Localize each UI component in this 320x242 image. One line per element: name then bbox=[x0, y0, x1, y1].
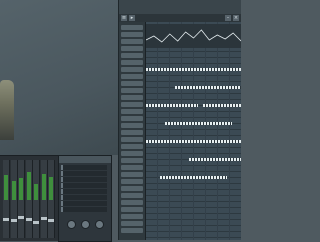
track-label[interactable] bbox=[121, 165, 143, 170]
plugin-knob[interactable] bbox=[81, 220, 90, 229]
plugin-slot[interactable] bbox=[61, 189, 107, 194]
track-label[interactable] bbox=[121, 109, 143, 114]
plugin-header[interactable] bbox=[59, 156, 111, 163]
plugin-knob[interactable] bbox=[67, 220, 76, 229]
snap-icon[interactable]: ▸ bbox=[129, 15, 135, 21]
level-meter bbox=[11, 180, 16, 200]
pattern-clips-area[interactable] bbox=[146, 50, 241, 240]
level-meter bbox=[49, 176, 53, 200]
track-label[interactable] bbox=[121, 95, 143, 100]
track-label[interactable] bbox=[121, 193, 143, 198]
channel-fader[interactable] bbox=[18, 216, 24, 219]
track-label[interactable] bbox=[121, 130, 143, 135]
track-label[interactable] bbox=[121, 123, 143, 128]
pattern-clip[interactable] bbox=[146, 104, 199, 107]
channel-fader[interactable] bbox=[48, 219, 54, 222]
mixer-channel[interactable] bbox=[40, 160, 48, 238]
pattern-clip[interactable] bbox=[146, 140, 241, 143]
track-label[interactable] bbox=[121, 88, 143, 93]
pattern-clip[interactable] bbox=[160, 176, 227, 179]
channel-fader[interactable] bbox=[3, 217, 9, 221]
pattern-clip[interactable] bbox=[188, 158, 241, 161]
plugin-slot[interactable] bbox=[61, 195, 107, 200]
plugin-slot[interactable] bbox=[61, 177, 107, 182]
plugin-knob[interactable] bbox=[95, 220, 104, 229]
track-label[interactable] bbox=[121, 137, 143, 142]
pattern-clip[interactable] bbox=[203, 104, 241, 107]
plugin-slot[interactable] bbox=[61, 201, 107, 206]
track-label[interactable] bbox=[121, 25, 143, 30]
mixer-panel bbox=[0, 155, 58, 241]
track-label[interactable] bbox=[121, 81, 143, 86]
level-meter bbox=[34, 184, 38, 200]
minimize-icon[interactable]: – bbox=[225, 15, 231, 21]
channel-fader[interactable] bbox=[40, 216, 47, 220]
track-label[interactable] bbox=[121, 228, 143, 233]
automation-clip[interactable] bbox=[146, 24, 241, 48]
plugin-panel bbox=[58, 155, 112, 242]
track-label[interactable] bbox=[121, 172, 143, 177]
level-meter bbox=[41, 173, 46, 200]
channel-fader[interactable] bbox=[10, 219, 17, 222]
mixer-channel[interactable] bbox=[3, 160, 10, 238]
mixer-channel[interactable] bbox=[25, 160, 33, 238]
mixer-channel[interactable] bbox=[33, 160, 40, 238]
mixer-channel[interactable] bbox=[18, 160, 25, 238]
track-label[interactable] bbox=[121, 144, 143, 149]
track-label[interactable] bbox=[121, 32, 143, 37]
pattern-clip[interactable] bbox=[165, 122, 232, 125]
automation-curve bbox=[146, 29, 241, 43]
track-label[interactable] bbox=[121, 151, 143, 156]
track-label[interactable] bbox=[121, 214, 143, 219]
track-label[interactable] bbox=[121, 74, 143, 79]
track-label[interactable] bbox=[121, 221, 143, 226]
channel-fader[interactable] bbox=[25, 218, 32, 222]
track-label[interactable] bbox=[121, 207, 143, 212]
plugin-slot-list bbox=[61, 165, 107, 213]
track-header-column bbox=[119, 22, 146, 240]
track-label[interactable] bbox=[121, 39, 143, 44]
performer-figure bbox=[0, 80, 14, 140]
video-overlay bbox=[0, 0, 118, 155]
pattern-clip[interactable] bbox=[174, 86, 241, 89]
track-label[interactable] bbox=[121, 116, 143, 121]
channel-fader[interactable] bbox=[33, 220, 39, 224]
track-label[interactable] bbox=[121, 46, 143, 51]
plugin-slot[interactable] bbox=[61, 171, 107, 176]
track-label[interactable] bbox=[121, 60, 143, 65]
level-meter bbox=[26, 172, 31, 200]
track-label[interactable] bbox=[121, 53, 143, 58]
track-label[interactable] bbox=[121, 200, 143, 205]
playlist-window: ≡ ▸ – × bbox=[118, 0, 241, 240]
level-meter bbox=[4, 175, 8, 200]
level-meter bbox=[19, 178, 23, 200]
plugin-slot[interactable] bbox=[61, 183, 107, 188]
plugin-slot[interactable] bbox=[61, 207, 107, 212]
track-label[interactable] bbox=[121, 179, 143, 184]
mixer-channel[interactable] bbox=[48, 160, 55, 238]
menu-icon[interactable]: ≡ bbox=[121, 15, 127, 21]
track-label[interactable] bbox=[121, 158, 143, 163]
pattern-clip[interactable] bbox=[146, 68, 241, 71]
close-icon[interactable]: × bbox=[233, 15, 239, 21]
track-label[interactable] bbox=[121, 67, 143, 72]
mixer-channel[interactable] bbox=[10, 160, 18, 238]
plugin-slot[interactable] bbox=[61, 165, 107, 170]
track-label[interactable] bbox=[121, 186, 143, 191]
track-label[interactable] bbox=[121, 102, 143, 107]
